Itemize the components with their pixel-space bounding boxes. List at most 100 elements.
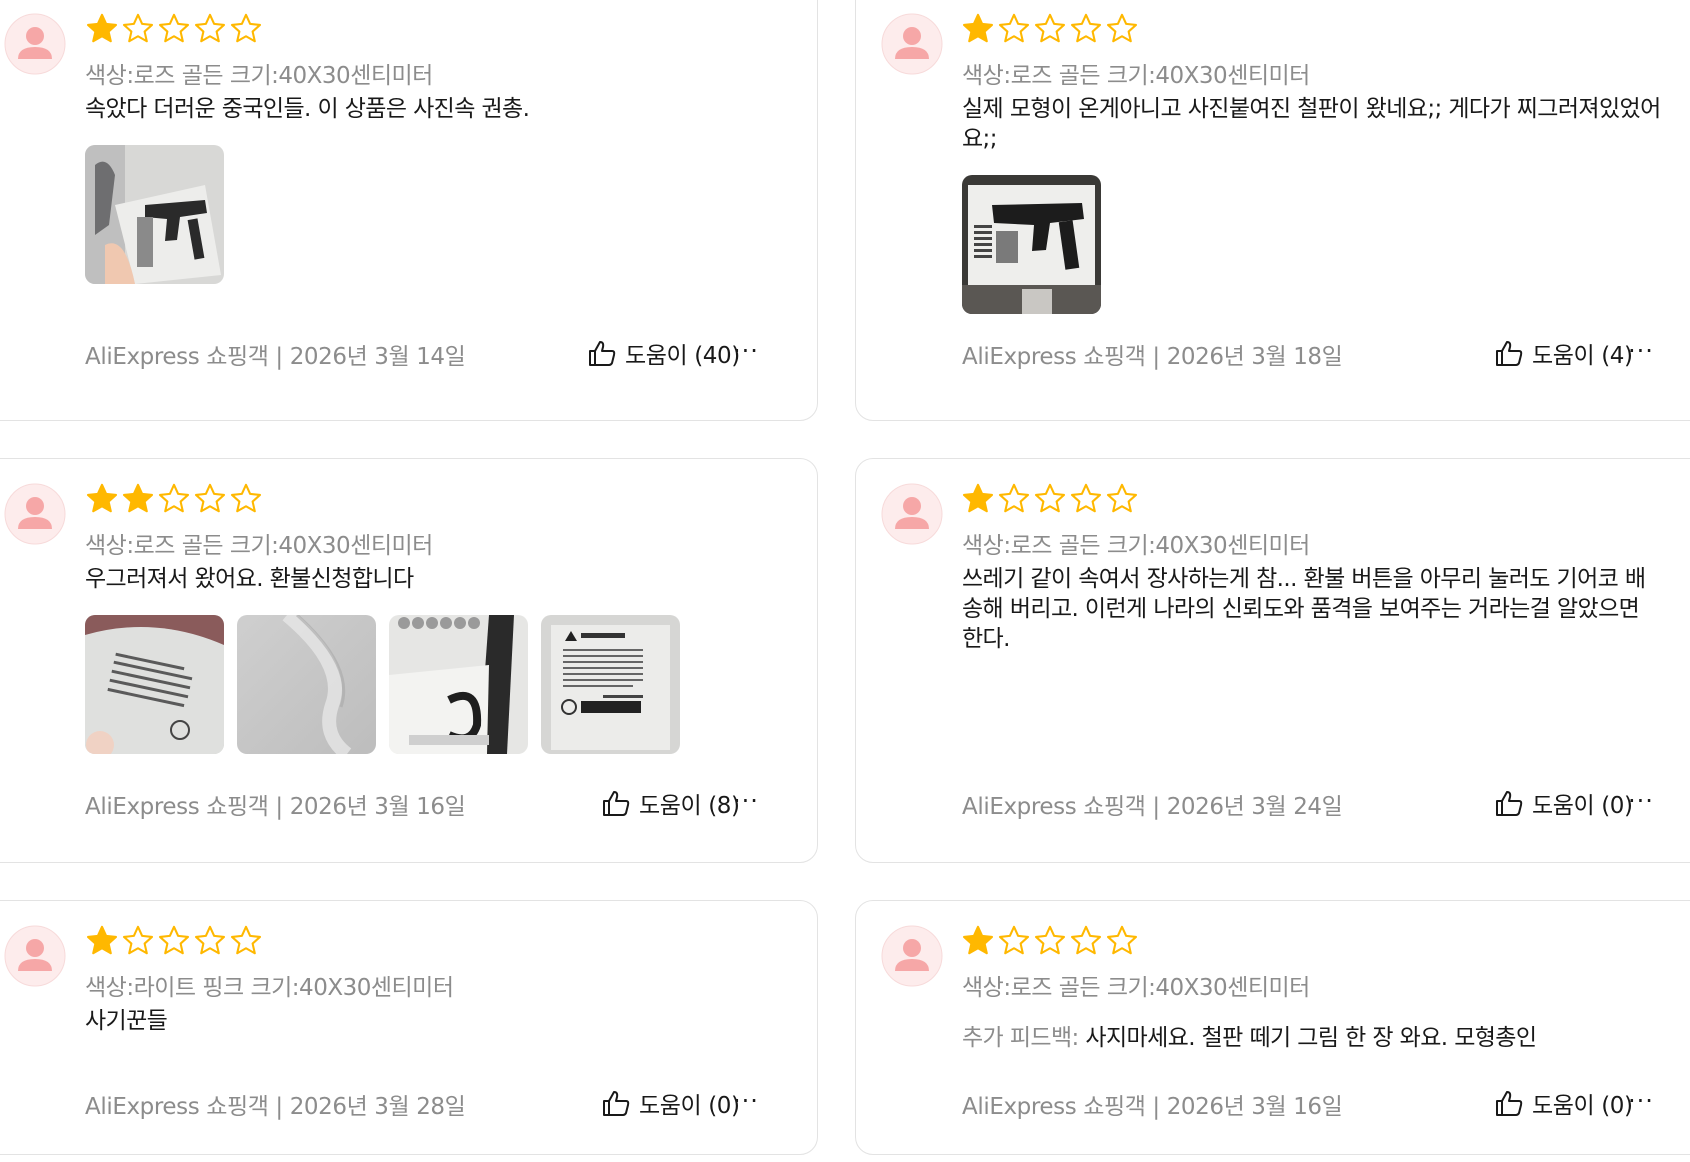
- thumbs-up-icon: [587, 338, 617, 368]
- star-filled-icon: [85, 482, 121, 518]
- sku-info: 색상:로즈 골든 크기:40X30센티미터: [85, 63, 433, 89]
- review-meta: AliExpress 쇼핑객 | 2026년 3월 28일: [85, 1094, 466, 1120]
- review-card: 색상:로즈 골든 크기:40X30센티미터 추가 피드백: 사지마세요. 철판 …: [855, 900, 1690, 1155]
- star-empty-icon: [1033, 12, 1069, 48]
- review-date: 2026년 3월 18일: [1166, 344, 1343, 370]
- more-options-icon[interactable]: ···: [1628, 1089, 1654, 1113]
- review-photo[interactable]: [541, 615, 680, 754]
- review-meta: AliExpress 쇼핑객 | 2026년 3월 16일: [85, 794, 466, 820]
- review-photos: [962, 175, 1101, 314]
- star-empty-icon: [157, 482, 193, 518]
- star-empty-icon: [1069, 482, 1105, 518]
- star-empty-icon: [229, 12, 265, 48]
- avatar: [881, 483, 943, 545]
- helpful-count: 도움이 (40): [625, 343, 740, 369]
- star-empty-icon: [1069, 924, 1105, 960]
- avatar: [4, 13, 66, 75]
- helpful-button[interactable]: 도움이 (8): [601, 786, 740, 820]
- review-date: 2026년 3월 14일: [289, 344, 466, 370]
- star-filled-icon: [121, 482, 157, 518]
- rating-stars: [85, 12, 265, 48]
- review-meta: AliExpress 쇼핑객 | 2026년 3월 14일: [85, 344, 466, 370]
- review-text: 속았다 더러운 중국인들. 이 상품은 사진속 권총.: [85, 94, 785, 124]
- feedback-label: 추가 피드백:: [962, 1025, 1079, 1051]
- more-options-icon[interactable]: ···: [1628, 339, 1654, 363]
- star-empty-icon: [157, 12, 193, 48]
- review-photo[interactable]: [389, 615, 528, 754]
- more-options-icon[interactable]: ···: [1628, 789, 1654, 813]
- reviewer-name: AliExpress 쇼핑객: [962, 344, 1146, 370]
- helpful-button[interactable]: 도움이 (4): [1494, 336, 1633, 370]
- helpful-count: 도움이 (8): [639, 793, 740, 819]
- star-empty-icon: [1105, 12, 1141, 48]
- review-text: 실제 모형이 온게아니고 사진붙여진 철판이 왔네요;; 게다가 찌그러져있었어…: [962, 94, 1662, 154]
- review-card: 색상:로즈 골든 크기:40X30센티미터 속았다 더러운 중국인들. 이 상품…: [0, 0, 818, 421]
- rating-stars: [961, 482, 1141, 518]
- helpful-button[interactable]: 도움이 (0): [1494, 786, 1633, 820]
- review-text: 쓰레기 같이 속여서 장사하는게 참... 환불 버튼을 아무리 눌러도 기어코…: [962, 564, 1662, 654]
- sku-info: 색상:로즈 골든 크기:40X30센티미터: [85, 533, 433, 559]
- review-date: 2026년 3월 16일: [1166, 1094, 1343, 1120]
- star-empty-icon: [1105, 482, 1141, 518]
- thumbs-up-icon: [1494, 1088, 1524, 1118]
- star-empty-icon: [157, 924, 193, 960]
- star-filled-icon: [961, 924, 997, 960]
- rating-stars: [961, 924, 1141, 960]
- rating-stars: [961, 12, 1141, 48]
- review-photos: [85, 615, 680, 754]
- review-card: 색상:로즈 골든 크기:40X30센티미터 쓰레기 같이 속여서 장사하는게 참…: [855, 458, 1690, 863]
- star-empty-icon: [997, 482, 1033, 518]
- helpful-count: 도움이 (4): [1532, 343, 1633, 369]
- review-photo[interactable]: [237, 615, 376, 754]
- thumbs-up-icon: [1494, 788, 1524, 818]
- star-filled-icon: [85, 12, 121, 48]
- helpful-button[interactable]: 도움이 (0): [601, 1086, 740, 1120]
- star-empty-icon: [121, 924, 157, 960]
- review-card: 색상:로즈 골든 크기:40X30센티미터 우그러져서 왔어요. 환불신청합니다…: [0, 458, 818, 863]
- avatar: [881, 13, 943, 75]
- review-photo[interactable]: [85, 145, 224, 284]
- review-text: 우그러져서 왔어요. 환불신청합니다: [85, 564, 785, 594]
- avatar: [4, 483, 66, 545]
- helpful-count: 도움이 (0): [1532, 1093, 1633, 1119]
- review-meta: AliExpress 쇼핑객 | 2026년 3월 24일: [962, 794, 1343, 820]
- more-options-icon[interactable]: ···: [733, 339, 759, 363]
- sku-info: 색상:로즈 골든 크기:40X30센티미터: [962, 975, 1310, 1001]
- review-text: 추가 피드백: 사지마세요. 철판 떼기 그림 한 장 와요. 모형총인: [962, 1023, 1682, 1053]
- reviewer-name: AliExpress 쇼핑객: [962, 1094, 1146, 1120]
- reviewer-name: AliExpress 쇼핑객: [85, 344, 269, 370]
- thumbs-up-icon: [1494, 338, 1524, 368]
- review-photo[interactable]: [85, 615, 224, 754]
- avatar: [4, 925, 66, 987]
- more-options-icon[interactable]: ···: [733, 1089, 759, 1113]
- star-empty-icon: [193, 12, 229, 48]
- review-date: 2026년 3월 16일: [289, 794, 466, 820]
- star-empty-icon: [193, 924, 229, 960]
- review-body: 사기꾼들: [85, 1008, 168, 1034]
- review-body: 속았다 더러운 중국인들. 이 상품은 사진속 권총.: [85, 96, 530, 122]
- helpful-button[interactable]: 도움이 (40): [587, 336, 740, 370]
- sku-info: 색상:로즈 골든 크기:40X30센티미터: [962, 63, 1310, 89]
- rating-stars: [85, 482, 265, 518]
- sku-info: 색상:라이트 핑크 크기:40X30센티미터: [85, 975, 454, 1001]
- star-empty-icon: [121, 12, 157, 48]
- star-empty-icon: [1105, 924, 1141, 960]
- review-body: 우그러져서 왔어요. 환불신청합니다: [85, 566, 414, 592]
- review-photo[interactable]: [962, 175, 1101, 314]
- star-empty-icon: [193, 482, 229, 518]
- avatar: [881, 925, 943, 987]
- review-date: 2026년 3월 24일: [1166, 794, 1343, 820]
- review-photos: [85, 145, 224, 284]
- star-empty-icon: [1033, 482, 1069, 518]
- reviewer-name: AliExpress 쇼핑객: [85, 794, 269, 820]
- star-filled-icon: [85, 924, 121, 960]
- star-empty-icon: [997, 924, 1033, 960]
- more-options-icon[interactable]: ···: [733, 789, 759, 813]
- review-card: 색상:로즈 골든 크기:40X30센티미터 실제 모형이 온게아니고 사진붙여진…: [855, 0, 1690, 421]
- review-meta: AliExpress 쇼핑객 | 2026년 3월 16일: [962, 1094, 1343, 1120]
- helpful-count: 도움이 (0): [639, 1093, 740, 1119]
- star-empty-icon: [1069, 12, 1105, 48]
- helpful-button[interactable]: 도움이 (0): [1494, 1086, 1633, 1120]
- review-meta: AliExpress 쇼핑객 | 2026년 3월 18일: [962, 344, 1343, 370]
- star-empty-icon: [997, 12, 1033, 48]
